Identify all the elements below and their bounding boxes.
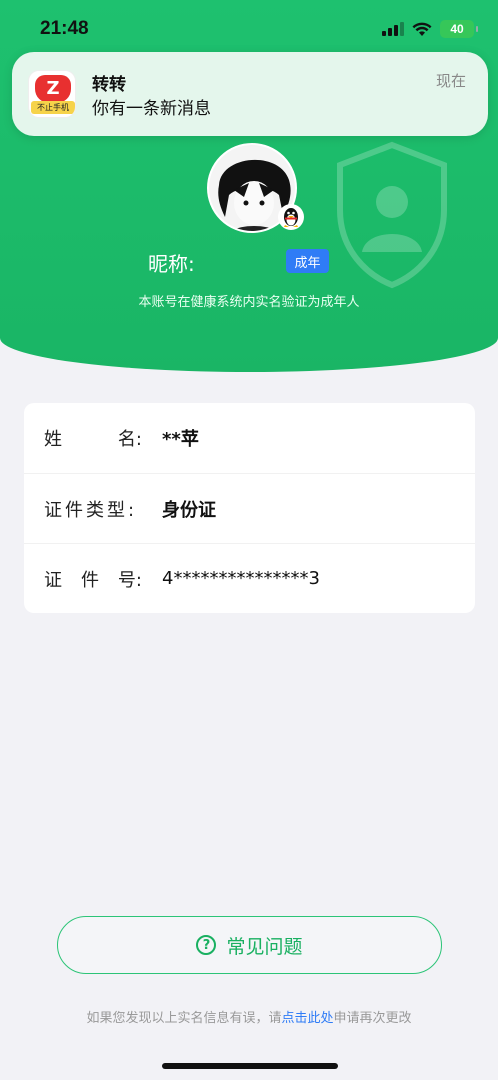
footer-text-after: 申请再次更改: [333, 1011, 412, 1026]
question-circle-icon: ?: [196, 935, 217, 955]
notification-time: 现在: [435, 72, 466, 90]
qq-penguin-icon: [278, 204, 304, 230]
info-label-part: 姓: [44, 429, 62, 450]
shield-decoration-icon: [337, 141, 447, 289]
wifi-icon: [412, 22, 432, 36]
status-icons: 40: [382, 20, 478, 38]
notification-app-name: 转转: [92, 75, 126, 95]
footer-text-before: 如果您发现以上实名信息有误，请: [86, 1011, 282, 1026]
info-value-id-number: 4***************3: [162, 568, 320, 589]
app-icon-tag: 不止手机: [31, 101, 75, 114]
info-label: 证件类型:: [44, 496, 142, 522]
faq-button-label: 常见问题: [226, 935, 303, 958]
cellular-signal-icon: [382, 22, 404, 36]
info-label-part: 件: [80, 569, 99, 591]
info-value-name: **苹: [162, 429, 199, 450]
notification-message: 你有一条新消息: [92, 99, 211, 119]
faq-button[interactable]: ? 常见问题: [57, 916, 442, 974]
verification-text: 本账号在健康系统内实名验证为成年人: [138, 295, 360, 310]
info-value-id-type: 身份证: [162, 499, 216, 521]
nickname-label: 昵称:: [148, 252, 195, 276]
info-label-part: 号:: [117, 569, 142, 591]
info-label: 姓 名:: [44, 425, 142, 451]
status-bar: 21:48 40: [0, 0, 498, 56]
click-here-link[interactable]: 点击此处: [281, 1011, 333, 1026]
adult-status-badge: 成年: [286, 249, 329, 273]
identity-info-card: 姓 名: **苹 证件类型: 身份证 证 件 号: 4*************…: [24, 403, 475, 613]
zhuanzhuan-app-icon: Z 不止手机: [28, 70, 76, 118]
info-label: 证 件 号:: [44, 566, 142, 592]
info-row-id-number: 证 件 号: 4***************3: [24, 543, 475, 613]
info-row-name: 姓 名: **苹: [24, 403, 475, 473]
notification-banner[interactable]: Z 不止手机 转转 你有一条新消息 现在: [12, 52, 488, 136]
app-icon-letter: Z: [35, 75, 71, 103]
footer-text: 如果您发现以上实名信息有误，请点击此处申请再次更改: [0, 1007, 498, 1026]
home-indicator[interactable]: [162, 1063, 338, 1069]
battery-icon: 40: [440, 20, 478, 38]
info-label-part: 证件类型:: [44, 499, 138, 521]
info-row-id-type: 证件类型: 身份证: [24, 473, 475, 543]
info-label-part: 名:: [117, 429, 142, 450]
status-time: 21:48: [40, 18, 89, 39]
info-label-part: 证: [44, 569, 62, 591]
battery-level: 40: [450, 22, 464, 36]
